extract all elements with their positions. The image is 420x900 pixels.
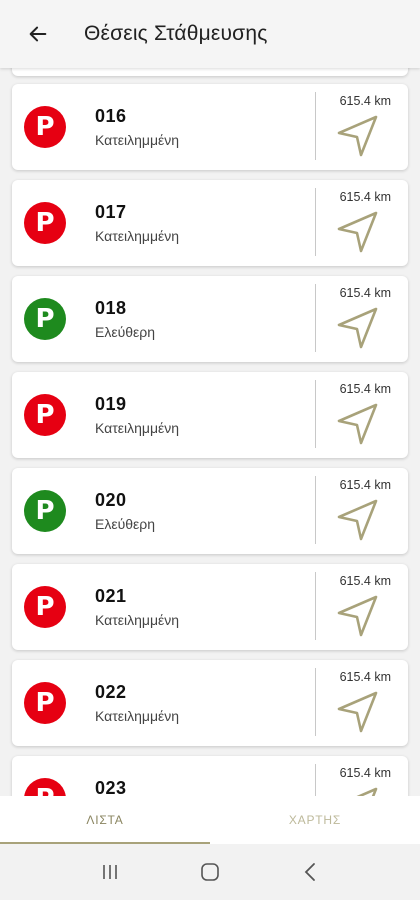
navigation-arrow-icon <box>337 403 378 445</box>
spot-number: 023 <box>95 778 127 796</box>
parking-spot-card[interactable]: P 018 Ελεύθερη 615.4 km <box>12 276 408 362</box>
parking-spot-card[interactable]: P 020 Ελεύθερη 615.4 km <box>12 468 408 554</box>
page-title: Θέσεις Στάθμευσης <box>84 22 268 45</box>
chevron-left-icon <box>304 863 315 881</box>
parking-letter: P <box>35 688 55 718</box>
navigation-arrow-icon <box>337 691 378 733</box>
spot-number: 022 <box>95 682 127 702</box>
spot-number: 016 <box>95 106 127 126</box>
spot-distance: 615.4 km <box>339 766 391 780</box>
app-bar: Θέσεις Στάθμευσης <box>0 0 420 68</box>
navigation-arrow-icon <box>337 499 378 541</box>
spot-status: Κατειλημμένη <box>95 132 180 148</box>
spot-distance: 615.4 km <box>339 94 391 108</box>
spot-distance: 615.4 km <box>339 574 391 588</box>
spot-number: 017 <box>95 202 127 222</box>
spot-status: Κατειλημμένη <box>95 708 180 724</box>
navigate-button[interactable] <box>335 594 381 638</box>
parking-p-icon: P <box>24 682 66 724</box>
divider <box>315 668 316 736</box>
divider <box>315 92 316 160</box>
spot-status: Κατειλημμένη <box>95 612 180 628</box>
parking-spot-card[interactable]: P 021 Κατειλημμένη 615.4 km <box>12 564 408 650</box>
system-navigation-bar <box>0 844 420 900</box>
navigate-button[interactable] <box>335 210 381 254</box>
recents-button[interactable] <box>90 852 130 892</box>
spot-number: 021 <box>95 586 127 606</box>
spot-distance: 615.4 km <box>339 286 391 300</box>
navigation-arrow-icon <box>356 787 378 796</box>
divider <box>315 572 316 640</box>
navigate-button[interactable] <box>335 114 381 158</box>
navigation-arrow-icon <box>337 115 378 157</box>
parking-spot-list[interactable]: P 016 Κατειλημμένη 615.4 km P 017 Κατειλ… <box>0 68 420 796</box>
spot-number: 018 <box>95 298 127 318</box>
divider <box>315 380 316 448</box>
bottom-tabs: ΛΙΣΤΑ ΧΑΡΤΗΣ <box>0 796 420 844</box>
app-root: Θέσεις Στάθμευσης P 016 Κατειλημμένη 615… <box>0 0 420 900</box>
parking-letter: P <box>35 112 55 142</box>
parking-letter: P <box>35 496 55 526</box>
partial-list-item <box>12 68 408 76</box>
tab-list[interactable]: ΛΙΣΤΑ <box>0 796 210 844</box>
spot-status: Κατειλημμένη <box>95 228 180 244</box>
parking-letter: P <box>35 304 55 334</box>
spot-distance: 615.4 km <box>339 670 391 684</box>
divider <box>315 764 316 796</box>
parking-letter: P <box>35 400 55 430</box>
parking-p-icon: P <box>24 778 66 796</box>
parking-p-icon: P <box>24 202 66 244</box>
parking-spot-card[interactable]: P 016 Κατειλημμένη 615.4 km <box>12 84 408 170</box>
parking-p-icon: P <box>24 298 66 340</box>
parking-letter: P <box>35 592 55 622</box>
parking-p-icon: P <box>24 586 66 628</box>
navigate-button[interactable] <box>335 690 381 734</box>
spot-distance: 615.4 km <box>339 478 391 492</box>
spot-status: Ελεύθερη <box>95 516 156 532</box>
navigation-arrow-icon <box>337 211 378 253</box>
parking-spot-card[interactable]: P 022 Κατειλημμένη 615.4 km <box>12 660 408 746</box>
parking-letter: P <box>35 208 55 238</box>
parking-spot-card[interactable]: P 017 Κατειλημμένη 615.4 km <box>12 180 408 266</box>
navigate-button[interactable] <box>335 786 381 796</box>
parking-spot-card[interactable]: P 023 615.4 km <box>12 756 408 796</box>
spot-number: 019 <box>95 394 127 414</box>
navigation-arrow-icon <box>337 595 378 637</box>
arrow-left-icon <box>29 26 47 42</box>
spot-distance: 615.4 km <box>339 190 391 204</box>
parking-letter: P <box>35 786 54 796</box>
parking-p-icon: P <box>24 394 66 436</box>
back-button[interactable] <box>18 14 58 54</box>
divider <box>315 476 316 544</box>
home-icon <box>201 863 219 881</box>
spot-distance: 615.4 km <box>339 382 391 396</box>
system-back-button[interactable] <box>290 852 330 892</box>
parking-p-icon: P <box>24 106 66 148</box>
spot-status: Κατειλημμένη <box>95 420 180 436</box>
navigate-button[interactable] <box>335 402 381 446</box>
parking-spot-card[interactable]: P 019 Κατειλημμένη 615.4 km <box>12 372 408 458</box>
navigate-button[interactable] <box>335 498 381 542</box>
parking-p-icon: P <box>24 490 66 532</box>
navigation-arrow-icon <box>337 307 378 349</box>
tab-map[interactable]: ΧΑΡΤΗΣ <box>210 796 420 844</box>
home-button[interactable] <box>190 852 230 892</box>
navigate-button[interactable] <box>335 306 381 350</box>
spot-number: 020 <box>95 490 127 510</box>
divider <box>315 188 316 256</box>
recents-icon <box>103 865 117 879</box>
divider <box>315 284 316 352</box>
spot-status: Ελεύθερη <box>95 324 156 340</box>
